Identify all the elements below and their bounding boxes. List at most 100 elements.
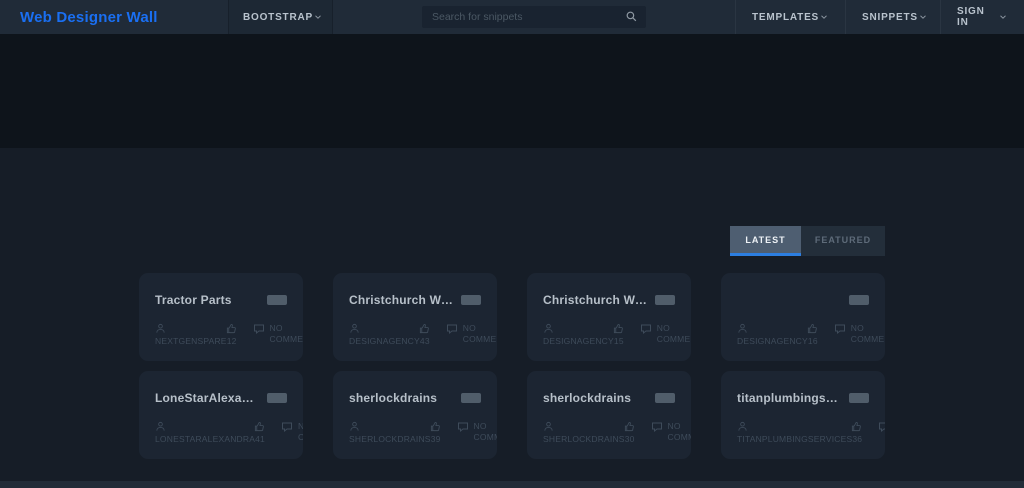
comment-icon [878, 421, 885, 443]
card-user-meta: SHERLOCKDRAINS39 [349, 421, 441, 445]
logo-wrap: Web Designer Wall [0, 0, 228, 34]
card-comments-label: NO COMMENTS [269, 323, 303, 344]
snippet-grid: Tractor Parts NEXTGENSPARE12 NO COMMENTS… [139, 273, 885, 459]
card-comments-label: NO COMMENTS [850, 323, 885, 344]
thumbnail-badge-icon [849, 393, 869, 403]
card-user-meta: TITANPLUMBINGSERVICES36 [737, 421, 862, 445]
card-likes-count: 36 [852, 434, 863, 444]
search-icon[interactable] [625, 10, 638, 23]
snippet-card[interactable]: titanplumbingservic… TITANPLUMBINGSERVIC… [721, 371, 885, 459]
thumbs-up-icon [613, 323, 624, 334]
card-title: Christchurch Web D… [349, 293, 453, 307]
card-username: SHERLOCKDRAINS [349, 434, 431, 444]
thumbs-up-icon [624, 421, 635, 432]
card-title: titanplumbingservic… [737, 391, 841, 405]
card-comments-meta: NO COMMENTS5 [878, 421, 885, 443]
thumbnail-badge-icon [849, 295, 869, 305]
card-user-meta: DESIGNAGENCY16 [737, 323, 818, 347]
card-comments-label: NO COMMENTS [473, 421, 497, 442]
category-dropdown-label: BOOTSTRAP [243, 11, 313, 23]
user-icon [349, 421, 360, 432]
user-icon [155, 323, 166, 334]
card-comments-meta: NO COMMENTS5 [640, 323, 691, 345]
thumbs-up-icon [254, 421, 265, 432]
nav-item-sign-in[interactable]: SIGN IN [940, 0, 1024, 34]
snippet-card[interactable]: LoneStarAlexandra LONESTARALEXANDRA41 NO… [139, 371, 303, 459]
hero-banner-area [0, 34, 1024, 148]
user-icon [543, 323, 554, 334]
navbar-right: TEMPLATES SNIPPETS SIGN IN [735, 0, 1024, 34]
snippet-card[interactable]: Christchurch Web D… DESIGNAGENCY15 NO CO… [527, 273, 691, 361]
nav-item-label: TEMPLATES [752, 11, 820, 23]
card-title: LoneStarAlexandra [155, 391, 259, 405]
chevron-down-icon [819, 12, 829, 22]
card-comments-meta: NO COMMENTS5 [457, 421, 497, 443]
snippet-card[interactable]: Tractor Parts NEXTGENSPARE12 NO COMMENTS… [139, 273, 303, 361]
nav-item-label: SNIPPETS [862, 11, 918, 23]
category-dropdown[interactable]: BOOTSTRAP [228, 0, 333, 34]
thumbnail-badge-icon [267, 295, 287, 305]
search-box [422, 6, 646, 28]
card-comments-meta: NO COMMENTS5 [446, 323, 497, 345]
thumbnail-badge-icon [655, 295, 675, 305]
card-title: Christchurch Web D… [543, 293, 647, 307]
card-likes-count: 41 [255, 434, 265, 444]
card-username: TITANPLUMBINGSERVICES [737, 434, 853, 444]
card-likes-count: 43 [419, 336, 430, 346]
comment-icon [253, 323, 265, 345]
chevron-down-icon [918, 12, 928, 22]
card-comments-label: NO COMMENTS [297, 421, 303, 442]
nav-item-templates[interactable]: TEMPLATES [735, 0, 845, 34]
card-username: DESIGNAGENCY [737, 336, 808, 346]
comment-icon [446, 323, 458, 345]
tab-latest[interactable]: LATEST [730, 226, 801, 256]
card-likes-count: 39 [430, 434, 441, 444]
card-user-meta: DESIGNAGENCY43 [349, 323, 430, 347]
snippet-card[interactable]: Christchurch Web D… DESIGNAGENCY43 NO CO… [333, 273, 497, 361]
chevron-down-icon [313, 12, 323, 22]
card-username: DESIGNAGENCY [543, 336, 614, 346]
search-input[interactable] [422, 6, 646, 28]
card-comments-meta: NO COMMENTS5 [834, 323, 885, 345]
nav-item-snippets[interactable]: SNIPPETS [845, 0, 940, 34]
chevron-down-icon [998, 12, 1008, 22]
comment-icon [281, 421, 293, 443]
nav-item-label: SIGN IN [957, 6, 985, 28]
site-logo[interactable]: Web Designer Wall [20, 9, 158, 26]
user-icon [155, 421, 166, 432]
card-username: NEXTGENSPARE [155, 336, 227, 346]
footer-top-edge [0, 481, 1024, 488]
user-icon [737, 421, 748, 432]
thumbs-up-icon [419, 323, 430, 334]
card-user-meta: SHERLOCKDRAINS30 [543, 421, 635, 445]
card-likes-count: 15 [613, 336, 624, 346]
card-comments-meta: NO COMMENTS5 [281, 421, 303, 443]
snippet-card[interactable]: DESIGNAGENCY16 NO COMMENTS5 [721, 273, 885, 361]
card-username: DESIGNAGENCY [349, 336, 420, 346]
card-likes-count: 16 [807, 336, 818, 346]
thumbs-up-icon [807, 323, 818, 334]
card-title: sherlockdrains [543, 391, 632, 405]
tab-bar: LATEST FEATURED [139, 148, 885, 256]
thumbnail-badge-icon [461, 295, 481, 305]
user-icon [543, 421, 554, 432]
card-comments-meta: NO COMMENTS5 [253, 323, 303, 345]
card-comments-label: NO COMMENTS [667, 421, 691, 442]
comment-icon [651, 421, 663, 443]
thumbnail-badge-icon [267, 393, 287, 403]
comment-icon [457, 421, 469, 443]
card-comments-meta: NO COMMENTS5 [651, 421, 691, 443]
search-area [333, 0, 735, 34]
thumbnail-badge-icon [461, 393, 481, 403]
card-username: LONESTARALEXANDRA [155, 434, 256, 444]
card-user-meta: NEXTGENSPARE12 [155, 323, 237, 347]
snippet-card[interactable]: sherlockdrains SHERLOCKDRAINS39 NO COMME… [333, 371, 497, 459]
user-icon [349, 323, 360, 334]
tab-featured[interactable]: FEATURED [801, 226, 885, 256]
thumbs-up-icon [226, 323, 237, 334]
thumbnail-badge-icon [655, 393, 675, 403]
snippet-card[interactable]: sherlockdrains SHERLOCKDRAINS30 NO COMME… [527, 371, 691, 459]
top-navbar: Web Designer Wall BOOTSTRAP TEMPLATES SN… [0, 0, 1024, 34]
card-user-meta: DESIGNAGENCY15 [543, 323, 624, 347]
main-content: LATEST FEATURED Tractor Parts NEXTGENSPA… [0, 148, 1024, 481]
